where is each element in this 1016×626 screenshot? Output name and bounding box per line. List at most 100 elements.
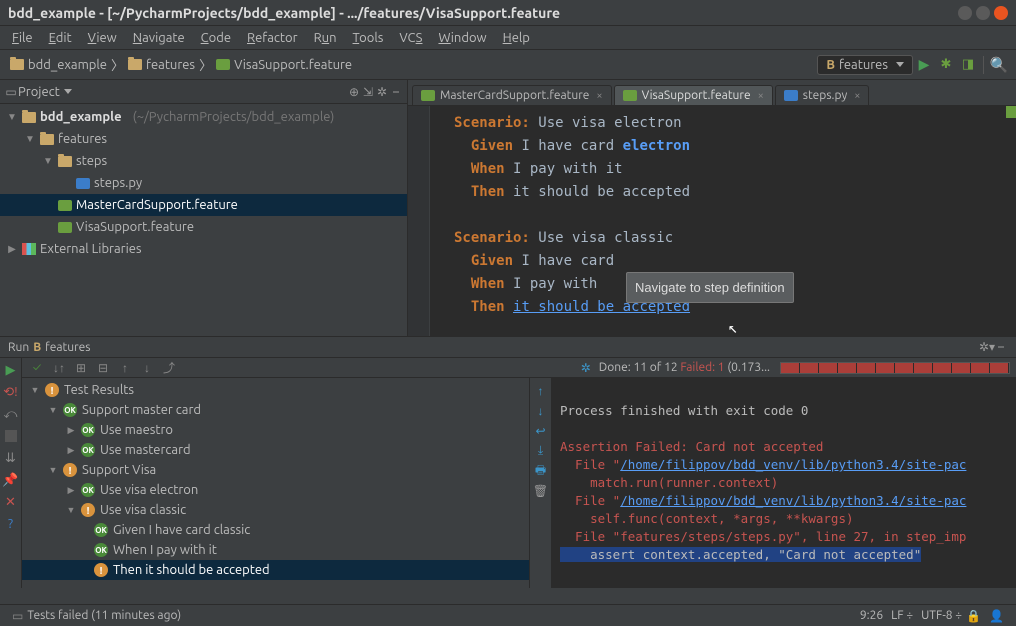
tree-node-root[interactable]: ▼bdd_example (~/PycharmProjects/bdd_exam… [0, 106, 407, 128]
breadcrumb[interactable]: features [124, 56, 199, 74]
folder-icon [128, 59, 142, 70]
menu-vcs[interactable]: VCS [393, 29, 428, 47]
close-button[interactable] [994, 6, 1008, 20]
close-icon[interactable]: × [596, 90, 602, 102]
down-icon[interactable]: ↓ [534, 404, 548, 418]
coverage-button[interactable]: ◨ [959, 56, 977, 74]
inspector-icon[interactable]: 👤 [989, 609, 1004, 623]
close-icon[interactable]: × [854, 90, 860, 102]
lock-icon[interactable]: 🔒 [966, 609, 981, 623]
tab-steps[interactable]: steps.py× [775, 85, 870, 105]
test-node[interactable]: OKWhen I pay with it [22, 540, 529, 560]
close-icon[interactable]: × [758, 90, 764, 102]
title-bar: bdd_example - [~/PycharmProjects/bdd_exa… [0, 0, 1016, 26]
project-tree[interactable]: ▼bdd_example (~/PycharmProjects/bdd_exam… [0, 104, 407, 262]
export-icon[interactable]: ⤴ [160, 359, 178, 377]
project-icon: ▭ [4, 85, 18, 99]
menu-run[interactable]: Run [308, 29, 343, 47]
rerun-failed-icon[interactable]: ⟲! [3, 384, 19, 400]
menu-bar: File Edit View Navigate Code Refactor Ru… [0, 26, 1016, 50]
pin-icon[interactable]: 📌 [3, 472, 19, 488]
search-icon[interactable]: 🔍 [990, 56, 1008, 74]
code-editor[interactable]: Scenario: Use visa electron Given I have… [408, 106, 1016, 336]
maximize-button[interactable] [976, 6, 990, 20]
status-bar: ▭ Tests failed (11 minutes ago) 9:26 LF … [0, 604, 1016, 626]
expand-all-icon[interactable]: ⊞ [72, 359, 90, 377]
next-failed-icon[interactable]: ↓ [138, 359, 156, 377]
hide-icon[interactable]: ⎯ [994, 340, 1008, 354]
tab-visa[interactable]: VisaSupport.feature× [614, 85, 773, 105]
stop-icon[interactable] [5, 430, 17, 442]
wrap-icon[interactable]: ↩ [534, 424, 548, 438]
tab-mastercard[interactable]: MasterCardSupport.feature× [412, 85, 612, 105]
run-side-toolbar: ▶ ⟲! ⤺ ⇊ 📌 ✕ ? [0, 358, 22, 588]
collapse-all-icon[interactable]: ⇲ [361, 85, 375, 99]
menu-view[interactable]: View [82, 29, 123, 47]
hide-passed-icon[interactable]: ✓ [28, 359, 46, 377]
sort-icon[interactable]: ↓↑ [50, 359, 68, 377]
breadcrumb[interactable]: VisaSupport.feature [212, 56, 356, 74]
tree-node-external[interactable]: ▶External Libraries [0, 238, 407, 260]
rerun-icon[interactable]: ▶ [3, 362, 19, 378]
test-toolbar: ✓ ↓↑ ⊞ ⊟ ↑ ↓ ⤴ ✲ Done: 11 of 12 Failed: … [22, 358, 1016, 378]
feature-icon [216, 59, 230, 70]
tree-node-visa[interactable]: VisaSupport.feature [0, 216, 407, 238]
file-encoding[interactable]: UTF-8 ÷ [921, 609, 962, 622]
tree-node-features[interactable]: ▼features [0, 128, 407, 150]
up-icon[interactable]: ↑ [534, 384, 548, 398]
help-icon[interactable]: ? [3, 516, 19, 532]
debug-button[interactable]: ✱ [937, 56, 955, 74]
settings-icon[interactable]: ✲ [375, 85, 389, 99]
window-title: bdd_example - [~/PycharmProjects/bdd_exa… [8, 5, 958, 21]
breadcrumb[interactable]: bdd_example [6, 56, 111, 74]
test-node[interactable]: ▶OKUse mastercard [22, 440, 529, 460]
close-icon[interactable]: ✕ [3, 494, 19, 510]
test-node[interactable]: ▼!Use visa classic [22, 500, 529, 520]
menu-navigate[interactable]: Navigate [127, 29, 191, 47]
hide-icon[interactable]: ⎯ [389, 85, 403, 99]
scroll-to-end-icon[interactable]: ⤓ [534, 444, 548, 458]
line-separator[interactable]: LF ÷ [891, 609, 913, 622]
ok-icon: OK [63, 403, 77, 417]
menu-refactor[interactable]: Refactor [241, 29, 304, 47]
menu-window[interactable]: Window [432, 29, 492, 47]
dump-icon[interactable]: ⇊ [3, 450, 19, 466]
test-node[interactable]: ▶OKUse maestro [22, 420, 529, 440]
tree-node-stepspy[interactable]: steps.py [0, 172, 407, 194]
clear-icon[interactable]: 🗑 [534, 484, 548, 498]
menu-tools[interactable]: Tools [347, 29, 390, 47]
gear-icon[interactable]: ✲▾ [980, 340, 994, 354]
test-node[interactable]: ▼!Support Visa [22, 460, 529, 480]
tree-node-mastercard[interactable]: MasterCardSupport.feature [0, 194, 407, 216]
test-node[interactable]: ▶OKUse visa electron [22, 480, 529, 500]
menu-help[interactable]: Help [497, 29, 536, 47]
test-tree[interactable]: ▼!Test Results ▼OKSupport master card ▶O… [22, 378, 530, 588]
collapse-all-icon[interactable]: ⊟ [94, 359, 112, 377]
chevron-down-icon [896, 62, 904, 67]
editor-area: MasterCardSupport.feature× VisaSupport.f… [408, 80, 1016, 336]
run-button[interactable]: ▶ [915, 56, 933, 74]
test-node[interactable]: ▼OKSupport master card [22, 400, 529, 420]
run-config-selector[interactable]: Bfeatures [817, 55, 913, 75]
test-node-root[interactable]: ▼!Test Results [22, 380, 529, 400]
status-stripe [1006, 106, 1016, 118]
menu-code[interactable]: Code [195, 29, 237, 47]
toggle-autotest-icon[interactable]: ⤺ [3, 406, 19, 422]
scroll-from-source-icon[interactable]: ⊕ [347, 85, 361, 99]
navigation-bar: bdd_example 〉 features 〉 VisaSupport.fea… [0, 50, 1016, 80]
gear-icon[interactable]: ✲ [577, 359, 595, 377]
menu-file[interactable]: File [6, 29, 39, 47]
menu-edit[interactable]: Edit [43, 29, 78, 47]
tooltip: Navigate to step definition [626, 272, 794, 303]
test-node-selected[interactable]: !Then it should be accepted [22, 560, 529, 580]
prev-failed-icon[interactable]: ↑ [116, 359, 134, 377]
print-icon[interactable]: 🖶 [534, 464, 548, 478]
console-output[interactable]: Process finished with exit code 0 Assert… [552, 378, 1016, 588]
run-panel-header[interactable]: RunBfeatures ✲▾ ⎯ [0, 336, 1016, 358]
minimize-button[interactable] [958, 6, 972, 20]
chevron-down-icon[interactable] [64, 89, 72, 94]
tree-node-steps[interactable]: ▼steps [0, 150, 407, 172]
status-icon[interactable]: ▭ [12, 609, 23, 623]
caret-position[interactable]: 9:26 [860, 609, 883, 622]
test-node[interactable]: OKGiven I have card classic [22, 520, 529, 540]
